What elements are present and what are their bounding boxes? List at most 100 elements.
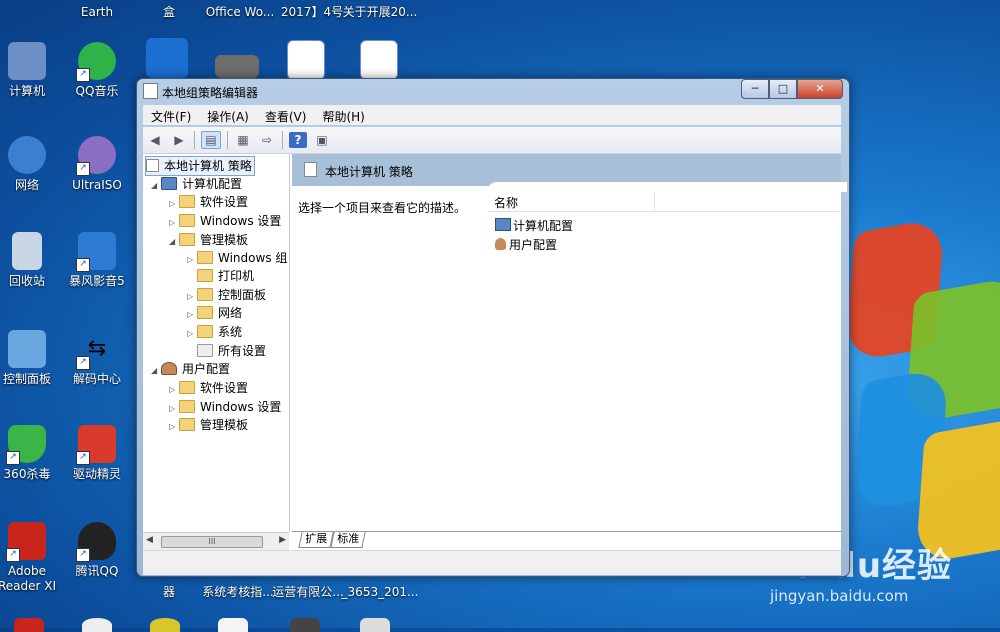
scroll-left-icon[interactable]: ◀: [146, 535, 153, 545]
view-tabs: 扩展 标准: [292, 531, 841, 550]
tree-item-admin-control[interactable]: ▷ 控制面板: [187, 286, 266, 304]
desktop-icon-driver-genius[interactable]: ↗ 驱动精灵: [62, 425, 132, 482]
export-list-icon[interactable]: ⇨: [258, 132, 276, 148]
desktop-icon-baofeng[interactable]: ↗ 暴风影音5: [62, 232, 132, 289]
tab-standard[interactable]: 标准: [330, 532, 366, 548]
minimize-button[interactable]: ─: [741, 79, 769, 99]
word-doc-icon[interactable]: [287, 40, 325, 80]
desktop-icon-partial[interactable]: [14, 618, 44, 632]
collapsed-icon[interactable]: ▷: [169, 381, 179, 399]
help-icon[interactable]: ?: [289, 132, 307, 148]
close-button[interactable]: ✕: [797, 79, 843, 99]
desktop-icon-360[interactable]: ↗ 360杀毒: [0, 425, 62, 482]
photo-icon[interactable]: [215, 55, 259, 78]
tab-extended[interactable]: 扩展: [298, 532, 334, 548]
collapsed-icon[interactable]: ▷: [169, 418, 179, 436]
tree-item-computer-config[interactable]: ◢ 计算机配置: [151, 175, 242, 193]
tree-item-admin-windows[interactable]: ▷ Windows 组: [187, 249, 287, 267]
desktop-icon-ultraiso[interactable]: ↗ UltraISO: [62, 136, 132, 193]
tree-item-uc-admin[interactable]: ▷ 管理模板: [169, 416, 248, 434]
shortcut-icon[interactable]: [146, 38, 188, 78]
desktop-icon-control-panel[interactable]: 控制面板: [0, 330, 62, 387]
tree-item-user-config[interactable]: ◢ 用户配置: [151, 360, 230, 378]
show-hide-tree-icon[interactable]: ▤: [201, 131, 221, 149]
desktop-icon-partial[interactable]: [150, 618, 180, 632]
menu-view[interactable]: 查看(V): [257, 105, 315, 125]
collapsed-icon[interactable]: ▷: [187, 306, 197, 324]
expanded-icon[interactable]: ◢: [151, 177, 161, 195]
maximize-button[interactable]: □: [769, 79, 797, 99]
desktop-icon-recycle-bin[interactable]: 回收站: [0, 232, 62, 289]
word-doc-icon[interactable]: [360, 40, 398, 80]
tree-pane: 本地计算机 策略 ◢ 计算机配置 ▷ 软件设置 ▷ Windows 设置 ◢ 管理模板 …: [143, 154, 290, 532]
gpedit-window[interactable]: 本地组策略编辑器 ─ □ ✕ 文件(F) 操作(A) 查看(V) 帮助(H) ◀…: [136, 78, 850, 577]
recycle-bin-icon: [12, 232, 42, 270]
scroll-thumb[interactable]: III: [161, 536, 263, 548]
baofeng-icon: ↗: [76, 232, 116, 272]
collapsed-icon[interactable]: ▷: [187, 325, 197, 343]
desktop-icon-qq[interactable]: ↗ 腾讯QQ: [62, 522, 132, 579]
forward-icon[interactable]: ▶: [170, 132, 188, 148]
title-bar[interactable]: 本地组策略编辑器 ─ □ ✕: [137, 79, 849, 101]
desktop-top-label[interactable]: 盒: [134, 5, 204, 20]
folder-icon: [179, 418, 195, 431]
desktop-bottom-label[interactable]: 系统考核指...: [198, 585, 278, 600]
window-title: 本地组策略编辑器: [162, 86, 259, 100]
tree-item-uc-software[interactable]: ▷ 软件设置: [169, 379, 248, 397]
expanded-icon[interactable]: ◢: [151, 362, 161, 380]
control-panel-icon: [8, 330, 46, 368]
tree-horizontal-scrollbar[interactable]: ◀ III ▶: [143, 532, 289, 550]
folder-icon: [197, 269, 213, 282]
desktop-icon-partial[interactable]: [218, 618, 248, 632]
tree-item-admin-network[interactable]: ▷ 网络: [187, 304, 242, 322]
list-item-computer-config[interactable]: 计算机配置: [495, 217, 573, 235]
desktop-icon-adobe-reader[interactable]: ↗ Adobe Reader XI: [0, 522, 62, 594]
folder-icon: [179, 381, 195, 394]
menu-action[interactable]: 操作(A): [199, 105, 257, 125]
scroll-right-icon[interactable]: ▶: [279, 535, 286, 545]
toolbar: ◀ ▶ ▤ ▦ ⇨ ? ▣: [143, 127, 841, 154]
expanded-icon[interactable]: ◢: [169, 233, 179, 251]
column-name[interactable]: 名称: [494, 194, 518, 211]
desktop-icon-partial[interactable]: [82, 618, 112, 632]
tree-item-admin-system[interactable]: ▷ 系统: [187, 323, 242, 341]
desktop-top-label[interactable]: Earth: [62, 5, 132, 20]
desktop-icon-partial[interactable]: [290, 618, 320, 632]
desktop-icon-partial[interactable]: [360, 618, 390, 632]
details-pane: 本地计算机 策略 选择一个项目来查看它的描述。 名称 计算机配置 用户配置: [292, 154, 847, 532]
tree-item-admin-printer[interactable]: 打印机: [187, 267, 254, 285]
user-icon: [161, 362, 177, 375]
decoder-icon: ⇆ ↗: [76, 330, 116, 370]
all-settings-icon: [197, 344, 213, 357]
column-separator[interactable]: [654, 191, 655, 211]
tree-item-cc-software[interactable]: ▷ 软件设置: [169, 193, 248, 211]
collapsed-icon[interactable]: ▷: [169, 195, 179, 213]
desktop-icon-qq-music[interactable]: ↗ QQ音乐: [62, 42, 132, 99]
tree-item-uc-windows[interactable]: ▷ Windows 设置: [169, 398, 281, 416]
desktop-top-label[interactable]: Office Wo...: [200, 5, 280, 20]
menu-bar: 文件(F) 操作(A) 查看(V) 帮助(H): [143, 105, 841, 125]
menu-help[interactable]: 帮助(H): [314, 105, 372, 125]
menu-file[interactable]: 文件(F): [143, 105, 199, 125]
view-icon[interactable]: ▣: [313, 132, 331, 148]
editor-content: 本地计算机 策略 ◢ 计算机配置 ▷ 软件设置 ▷ Windows 设置 ◢ 管理模板 …: [143, 154, 847, 575]
collapsed-icon[interactable]: ▷: [169, 214, 179, 232]
windows-logo: [840, 217, 1000, 565]
360-antivirus-icon: ↗: [6, 425, 46, 465]
desktop-icon-network[interactable]: 网络: [0, 136, 62, 193]
desktop-icon-computer[interactable]: 计算机: [0, 42, 62, 99]
tree-item-root[interactable]: 本地计算机 策略: [145, 156, 255, 176]
toolbar-separator: [282, 131, 283, 149]
desktop-icon-decoder[interactable]: ⇆ ↗ 解码中心: [62, 330, 132, 387]
desktop-top-label[interactable]: 关于开展20...: [340, 5, 420, 20]
properties-icon[interactable]: ▦: [234, 132, 252, 148]
desktop-bottom-label[interactable]: 器: [134, 585, 204, 600]
back-icon[interactable]: ◀: [146, 132, 164, 148]
tree-item-cc-windows[interactable]: ▷ Windows 设置: [169, 212, 281, 230]
desktop-bottom-label[interactable]: 运营有限公...: [268, 585, 348, 600]
desktop-bottom-label[interactable]: _3653_201...: [340, 585, 420, 600]
list-item-user-config[interactable]: 用户配置: [495, 236, 557, 254]
tree-item-admin-all[interactable]: 所有设置: [187, 342, 266, 360]
window-controls: ─ □ ✕: [741, 79, 843, 99]
tree-item-cc-admin[interactable]: ◢ 管理模板: [169, 231, 248, 249]
